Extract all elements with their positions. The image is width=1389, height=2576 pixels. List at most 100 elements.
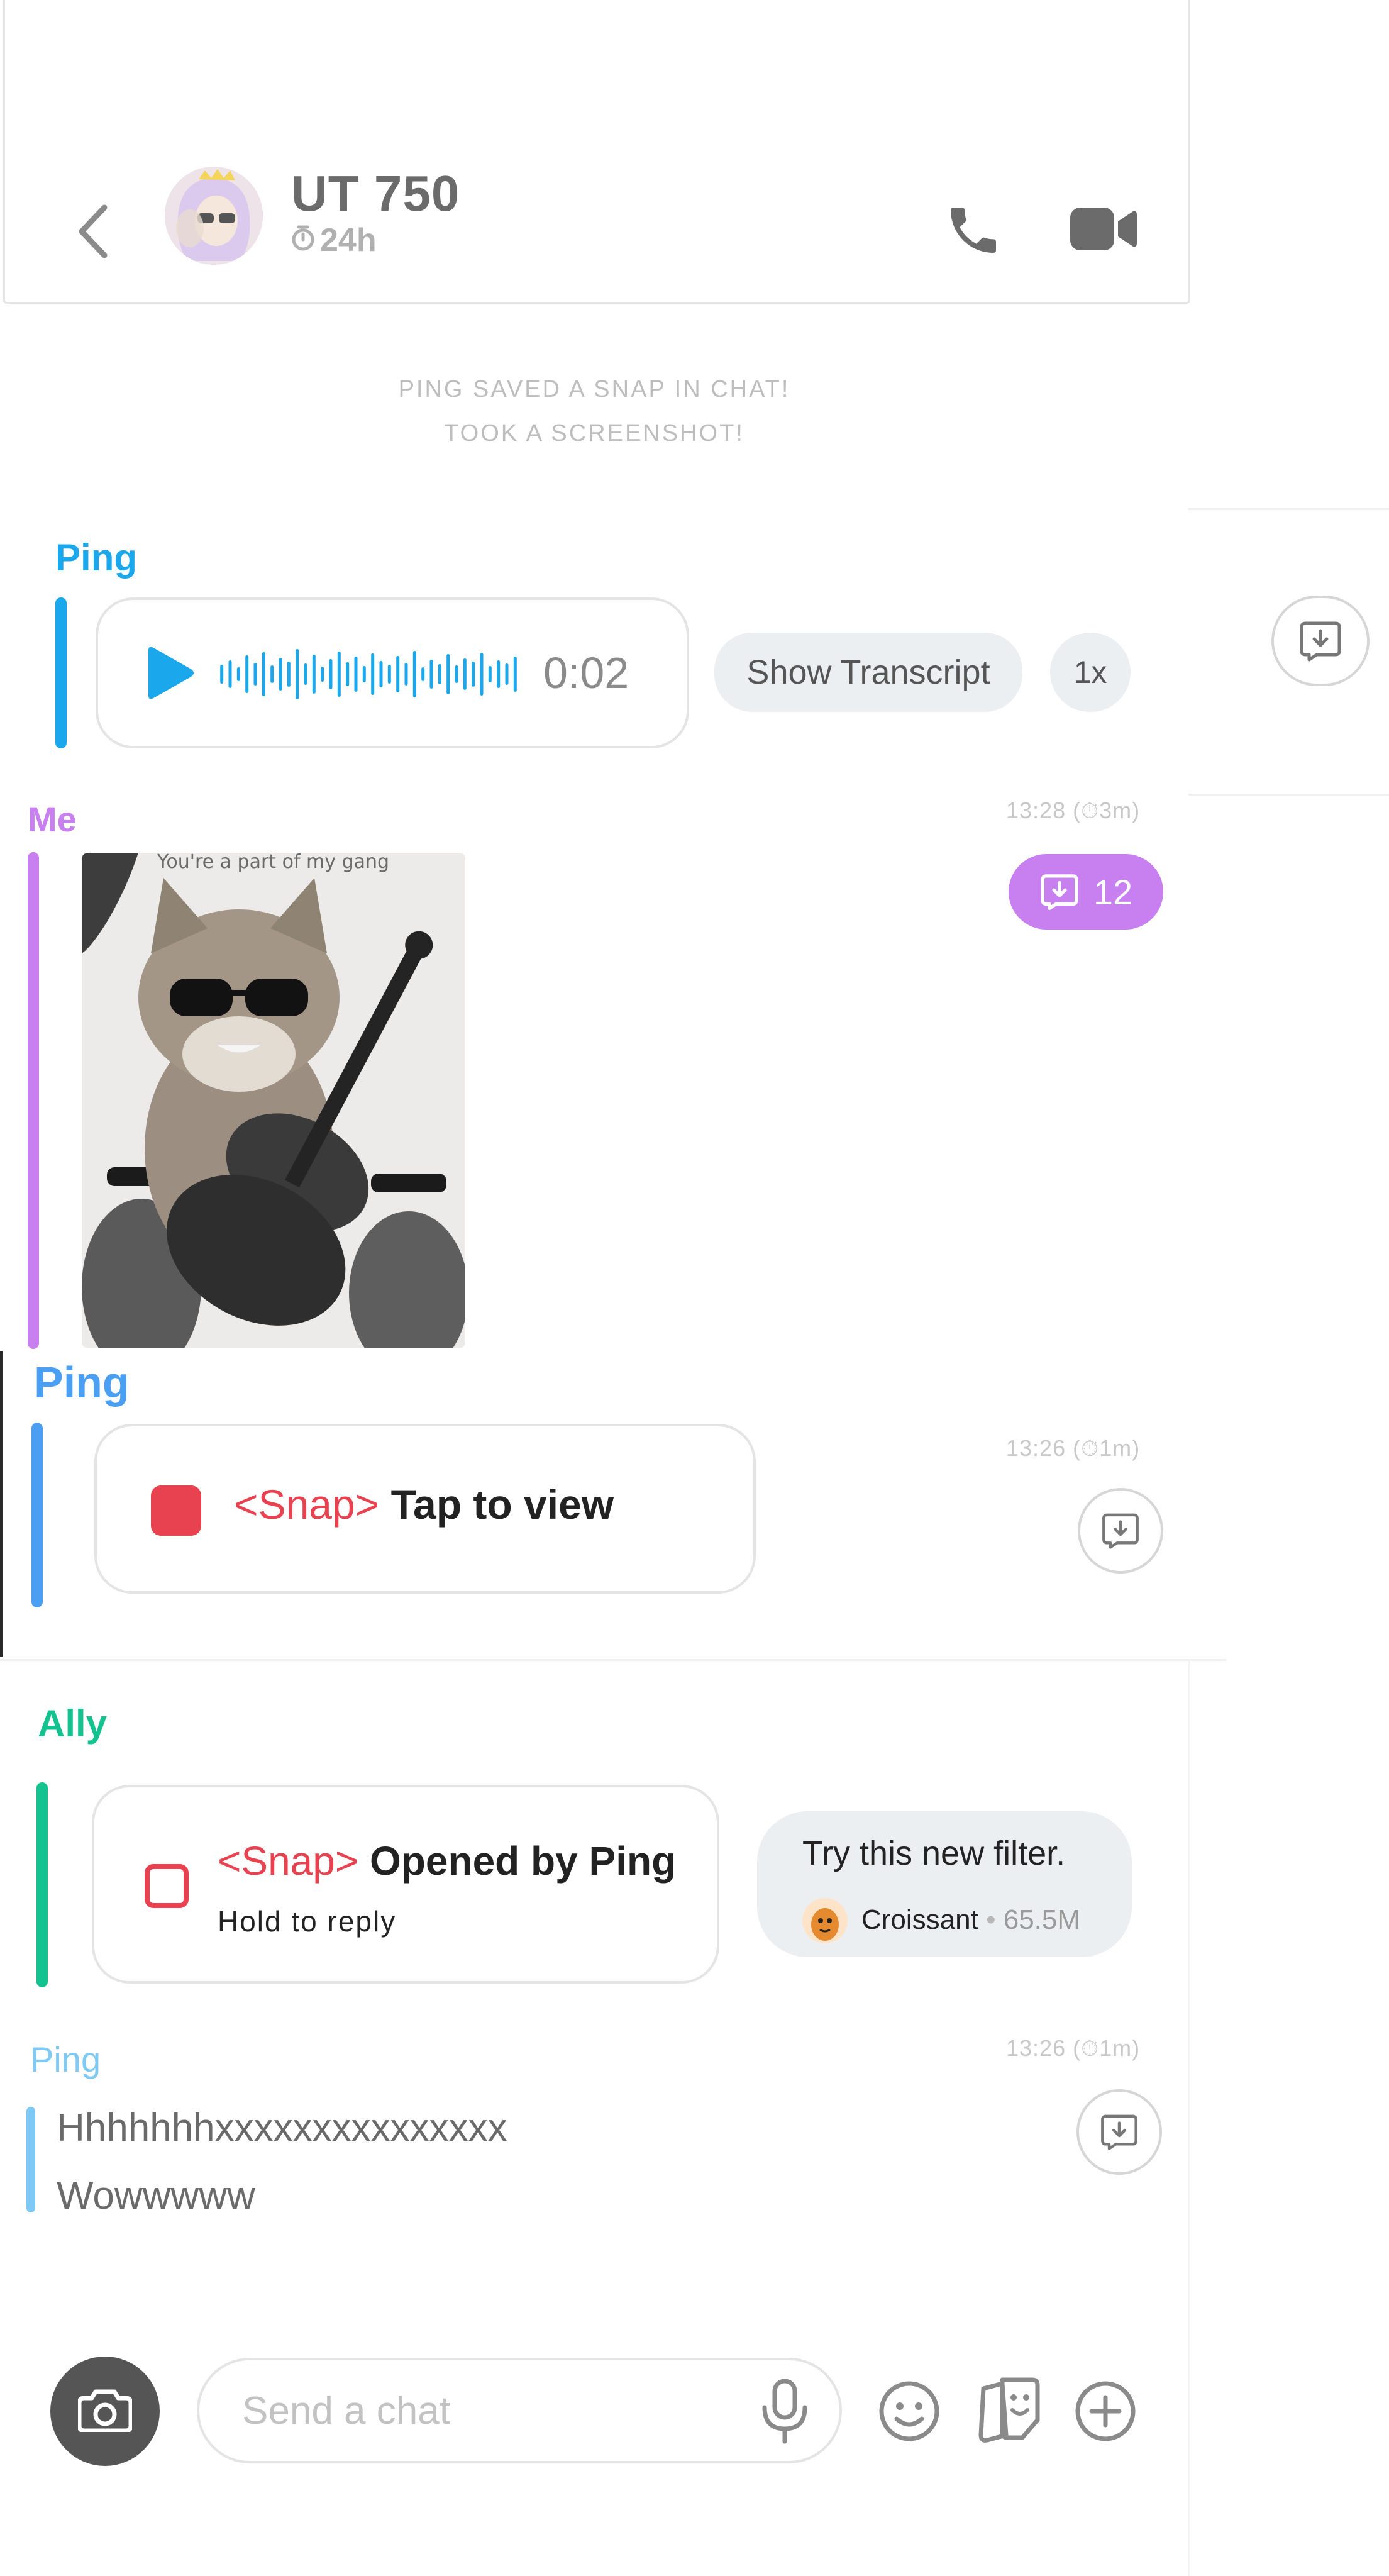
voice-message-bubble[interactable]: 0:02	[96, 597, 689, 748]
waveform-bar	[253, 663, 257, 686]
sender-name: Ping	[55, 536, 137, 579]
waveform-bar	[287, 662, 291, 687]
chat-input-placeholder: Send a chat	[242, 2389, 450, 2433]
play-icon[interactable]	[143, 645, 196, 701]
camera-icon	[77, 2388, 133, 2435]
waveform-bar	[379, 661, 383, 687]
waveform-bar	[404, 663, 408, 686]
save-in-chat-button[interactable]	[1076, 2089, 1162, 2175]
waveform-bar	[513, 657, 517, 692]
save-in-chat-button[interactable]	[1078, 1488, 1163, 1574]
snap-tag: <Snap>	[218, 1838, 359, 1884]
waveform-bar	[304, 663, 307, 685]
waveform-bar	[296, 649, 299, 699]
show-transcript-button[interactable]: Show Transcript	[714, 633, 1022, 712]
chat-header	[3, 0, 1190, 304]
filter-name: Croissant	[861, 1904, 978, 1935]
waveform-bar	[262, 652, 265, 696]
sender-name: Ping	[30, 2040, 101, 2079]
waveform-bar	[412, 651, 416, 697]
waveform-bar	[270, 665, 274, 683]
gallery-sticker-icon[interactable]	[975, 2375, 1043, 2444]
snap-message-bubble[interactable]: <Snap> Opened by Ping Hold to reply	[92, 1785, 719, 1984]
waveform-bar	[371, 653, 375, 695]
waveform-bar	[429, 660, 433, 689]
system-message-saved: PING SAVED A SNAP IN CHAT!	[398, 376, 790, 402]
saved-count: 12	[1093, 872, 1133, 912]
waveform-bar	[387, 665, 391, 684]
divider	[1188, 508, 1389, 510]
waveform-bar	[312, 655, 316, 694]
sender-bar	[31, 1423, 43, 1607]
waveform-bar	[472, 662, 475, 687]
waveform-bar	[438, 664, 441, 684]
divider	[0, 1659, 1226, 1661]
message-timestamp: 13:28 (⏱3m)	[1006, 797, 1141, 823]
waveform-bar	[421, 667, 425, 681]
waveform-bar	[488, 666, 492, 682]
saved-count-badge[interactable]: 12	[1009, 854, 1163, 930]
waveform-bar	[346, 662, 350, 686]
waveform	[218, 643, 519, 706]
waveform-bar	[455, 665, 458, 683]
frame-edge	[1188, 1659, 1190, 2576]
image-snap[interactable]: You're a part of my gang	[82, 853, 465, 1348]
avatar[interactable]	[165, 167, 263, 265]
waveform-bar	[236, 667, 240, 681]
snap-label: <Snap> Tap to view	[234, 1480, 614, 1528]
divider	[1188, 794, 1389, 796]
waveform-bar	[446, 654, 450, 694]
save-icon	[1100, 1509, 1141, 1553]
waveform-bar	[505, 663, 509, 685]
message-text-line: Hhhhhhhxxxxxxxxxxxxxxx	[57, 2106, 507, 2150]
timer-value: 24h	[320, 222, 377, 258]
add-plus-icon[interactable]	[1073, 2379, 1138, 2444]
snap-outline-icon	[145, 1864, 189, 1908]
timer-icon	[291, 221, 315, 259]
snap-label: <Snap> Opened by Ping	[218, 1838, 676, 1884]
waveform-bar	[480, 653, 484, 696]
save-icon	[1099, 2111, 1139, 2154]
sender-name: Ally	[38, 1702, 108, 1745]
filter-meta: Croissant • 65.5M	[861, 1904, 1080, 1936]
microphone-icon[interactable]	[760, 2379, 810, 2444]
bullet-separator: •	[986, 1904, 1004, 1935]
emoji-icon[interactable]	[877, 2379, 942, 2444]
filter-suggestion-card[interactable]: Try this new filter. Croissant • 65.5M	[757, 1811, 1132, 1957]
cat-with-cello-image: You're a part of my gang	[82, 853, 465, 1348]
snap-message-bubble[interactable]: <Snap> Tap to view	[94, 1424, 756, 1594]
waveform-bar	[354, 657, 358, 692]
sender-bar	[36, 1782, 48, 1987]
system-message-screenshot: TOOK A SCREENSHOT!	[444, 420, 744, 447]
waveform-bar	[463, 658, 467, 690]
save-icon	[1039, 870, 1080, 914]
snap-hint: Hold to reply	[218, 1905, 397, 1938]
save-icon	[1298, 617, 1343, 665]
snap-status: Opened by Ping	[370, 1838, 677, 1884]
back-arrow-icon[interactable]	[68, 200, 118, 263]
waveform-bar	[245, 655, 249, 693]
sender-bar	[28, 852, 39, 1349]
voice-duration: 0:02	[543, 648, 629, 697]
video-camera-icon[interactable]	[1070, 205, 1137, 253]
snap-action: Tap to view	[390, 1481, 614, 1528]
filter-text: Try this new filter.	[802, 1835, 1066, 1872]
snap-filled-icon	[151, 1485, 201, 1536]
croissant-avatar-icon	[802, 1898, 848, 1943]
waveform-bar	[337, 652, 341, 697]
waveform-bar	[396, 656, 400, 692]
save-in-chat-button[interactable]	[1271, 596, 1370, 686]
phone-icon[interactable]	[943, 200, 1004, 260]
waveform-bar	[228, 660, 232, 688]
camera-button[interactable]	[50, 2357, 160, 2466]
waveform-bar	[329, 659, 333, 689]
chat-title: UT 750	[291, 165, 460, 221]
sender-name: Me	[28, 799, 77, 839]
playback-speed-button[interactable]: 1x	[1050, 633, 1131, 712]
image-caption: You're a part of my gang	[157, 853, 389, 873]
filter-count: 65.5M	[1003, 1904, 1081, 1935]
chat-input[interactable]: Send a chat	[197, 2358, 842, 2463]
frame-edge	[0, 1351, 3, 1657]
timer-label: 24h	[291, 221, 377, 259]
waveform-bar	[279, 658, 282, 691]
